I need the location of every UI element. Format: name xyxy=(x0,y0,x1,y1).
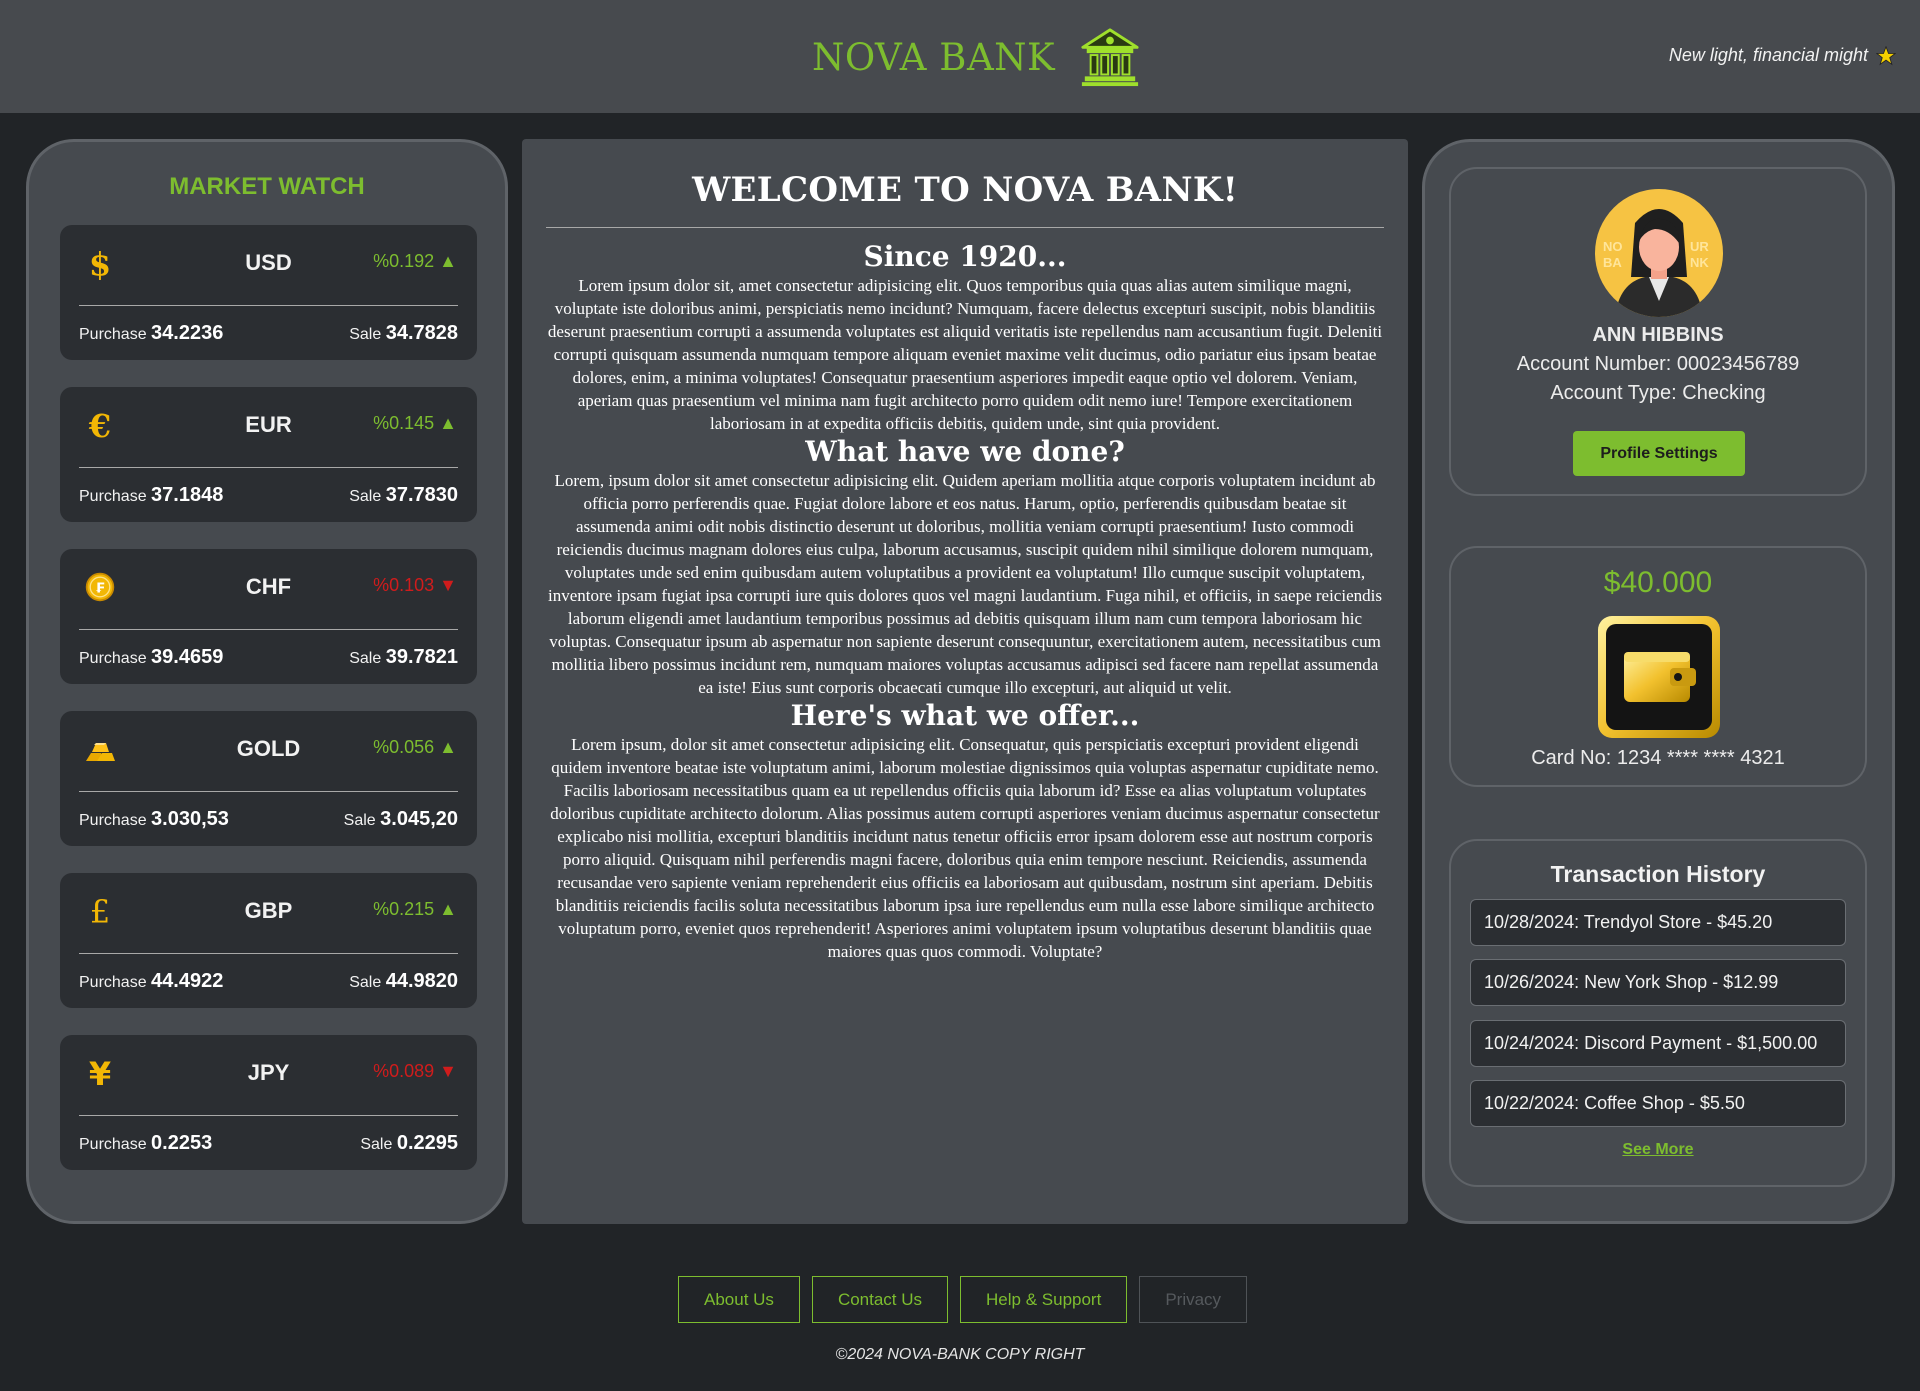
ticker-purchase: Purchase 3.030,53 xyxy=(79,808,229,830)
ticker-eur[interactable]: € EUR %0.145 ▲ Purchase 37.1848 Sale 37.… xyxy=(60,387,477,522)
divider xyxy=(79,305,458,306)
about-us-button[interactable]: About Us xyxy=(678,1276,800,1323)
divider xyxy=(79,467,458,468)
star-icon xyxy=(1876,45,1896,65)
ticker-purchase: Purchase 37.1848 xyxy=(79,484,224,506)
ticker-purchase: Purchase 39.4659 xyxy=(79,646,224,668)
tagline: New light, financial might xyxy=(1669,45,1896,66)
purchase-value: 37.1848 xyxy=(151,484,224,506)
purchase-value: 0.2253 xyxy=(151,1132,213,1154)
market-watch-panel: MARKET WATCH $ USD %0.192 ▲ Purchase 34.… xyxy=(26,139,508,1224)
svg-text:NK: NK xyxy=(1690,255,1709,270)
ticker-change: %0.103 ▼ xyxy=(373,575,457,595)
ticker-sale: Sale 37.7830 xyxy=(349,484,458,506)
section-body-history: Lorem ipsum dolor sit, amet consectetur … xyxy=(547,276,1383,433)
account-type: Account Type: Checking xyxy=(1550,382,1766,404)
transaction-history-card: Transaction History 10/28/2024: Trendyol… xyxy=(1449,839,1867,1187)
transaction-history-title: Transaction History xyxy=(1550,861,1766,887)
ticker-purchase: Purchase 44.4922 xyxy=(79,970,224,992)
ticker-purchase: Purchase 0.2253 xyxy=(79,1132,213,1154)
card-number: Card No: 1234 **** **** 4321 xyxy=(1531,747,1785,769)
privacy-button[interactable]: Privacy xyxy=(1139,1276,1248,1323)
ticker-change: %0.089 ▼ xyxy=(373,1061,457,1081)
sale-value: 39.7821 xyxy=(385,646,458,668)
contact-us-button[interactable]: Contact Us xyxy=(811,1276,949,1323)
ticker-sale: Sale 44.9820 xyxy=(349,970,458,992)
divider xyxy=(79,629,458,630)
top-header: NOVA BANK New light, financial might xyxy=(0,0,1920,113)
profile-settings-button[interactable]: Profile Settings xyxy=(1573,431,1745,476)
transaction-item[interactable]: 10/28/2024: Trendyol Store - $45.20 xyxy=(1470,899,1846,946)
see-more-link[interactable]: See More xyxy=(1451,1141,1865,1159)
section-heading-history: Since 1920... xyxy=(863,240,1067,273)
svg-text:BA: BA xyxy=(1603,255,1622,270)
ticker-sale: Sale 34.7828 xyxy=(349,322,458,344)
divider xyxy=(79,1115,458,1116)
purchase-value: 3.030,53 xyxy=(151,808,229,830)
ticker-chf[interactable]: ₣ CHF %0.103 ▼ Purchase 39.4659 Sale 39.… xyxy=(60,549,477,684)
section-heading-offers: Here's what we offer... xyxy=(790,699,1140,732)
welcome-title: WELCOME TO NOVA BANK! xyxy=(692,170,1238,210)
transaction-item[interactable]: 10/22/2024: Coffee Shop - $5.50 xyxy=(1470,1080,1846,1127)
section-body-achievements: Lorem, ipsum dolor sit amet consectetur … xyxy=(548,471,1382,697)
purchase-value: 34.2236 xyxy=(151,322,224,344)
svg-text:UR: UR xyxy=(1690,239,1709,254)
wallet-icon[interactable] xyxy=(1596,614,1722,740)
market-watch-title: MARKET WATCH xyxy=(169,173,365,200)
transaction-item[interactable]: 10/26/2024: New York Shop - $12.99 xyxy=(1470,959,1846,1006)
sale-value: 37.7830 xyxy=(385,484,458,506)
avatar: NO BA UR NK xyxy=(1595,189,1723,317)
ticker-jpy[interactable]: ¥ JPY %0.089 ▼ Purchase 0.2253 Sale 0.22… xyxy=(60,1035,477,1170)
purchase-value: 44.4922 xyxy=(151,970,224,992)
balance-amount: $40.000 xyxy=(1603,566,1713,599)
tagline-text: New light, financial might xyxy=(1668,45,1868,65)
ticker-sale: Sale 0.2295 xyxy=(360,1132,458,1154)
help-support-button[interactable]: Help & Support xyxy=(960,1276,1128,1323)
sale-value: 34.7828 xyxy=(385,322,458,344)
ticker-change: %0.192 ▲ xyxy=(373,251,457,271)
sale-value: 44.9820 xyxy=(385,970,458,992)
ticker-gold[interactable]: GOLD %0.056 ▲ Purchase 3.030,53 Sale 3.0… xyxy=(60,711,477,846)
section-heading-achievements: What have we done? xyxy=(805,435,1125,468)
ticker-gbp[interactable]: £ GBP %0.215 ▲ Purchase 44.4922 Sale 44.… xyxy=(60,873,477,1008)
balance-card: $40.000 Card No: 1234 **** **** 4321 xyxy=(1449,546,1867,787)
transaction-item[interactable]: 10/24/2024: Discord Payment - $1,500.00 xyxy=(1470,1020,1846,1067)
sale-value: 3.045,20 xyxy=(380,808,458,830)
copyright-text: ©2024 NOVA-BANK COPY RIGHT xyxy=(835,1346,1085,1363)
divider xyxy=(79,791,458,792)
ticker-purchase: Purchase 34.2236 xyxy=(79,322,224,344)
purchase-value: 39.4659 xyxy=(151,646,224,668)
section-body-offers: Lorem ipsum, dolor sit amet consectetur … xyxy=(550,735,1380,961)
profile-card: NO BA UR NK ANN HIBBINS Account Number: … xyxy=(1449,167,1867,496)
ticker-change: %0.056 ▲ xyxy=(373,737,457,757)
sale-value: 0.2295 xyxy=(396,1132,458,1154)
brand-name: NOVA BANK xyxy=(812,35,1056,79)
bank-building-icon xyxy=(1081,28,1139,87)
account-number: Account Number: 00023456789 xyxy=(1516,353,1800,375)
account-holder-name: ANN HIBBINS xyxy=(1592,324,1724,346)
title-divider xyxy=(546,227,1384,228)
footer-nav: About Us Contact Us Help & Support Priva… xyxy=(678,1276,1248,1323)
svg-text:NO: NO xyxy=(1603,239,1623,254)
divider xyxy=(79,953,458,954)
ticker-change: %0.145 ▲ xyxy=(373,413,457,433)
ticker-usd[interactable]: $ USD %0.192 ▲ Purchase 34.2236 Sale 34.… xyxy=(60,225,477,360)
welcome-panel: WELCOME TO NOVA BANK! Since 1920... Lore… xyxy=(522,139,1408,1224)
ticker-sale: Sale 39.7821 xyxy=(349,646,458,668)
account-panel: NO BA UR NK ANN HIBBINS Account Number: … xyxy=(1422,139,1895,1224)
ticker-sale: Sale 3.045,20 xyxy=(343,808,458,830)
brand[interactable]: NOVA BANK xyxy=(812,26,1141,88)
ticker-change: %0.215 ▲ xyxy=(373,899,457,919)
